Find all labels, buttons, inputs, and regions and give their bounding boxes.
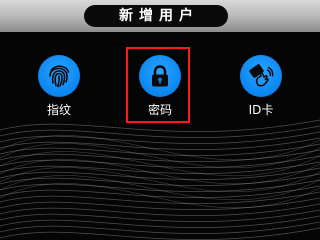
fingerprint-label: 指纹 (46, 103, 71, 117)
add-user-screen: 新增用户 指纹 密码 ID卡 (0, 0, 320, 240)
fingerprint-icon (38, 55, 80, 97)
password-label: 密码 (147, 103, 172, 117)
title-pill: 新增用户 (84, 5, 228, 27)
id-card-option[interactable]: ID卡 (228, 52, 294, 122)
lock-icon (139, 55, 181, 97)
fingerprint-option[interactable]: 指纹 (26, 52, 92, 122)
id-card-label: ID卡 (248, 103, 274, 117)
header-bar: 新增用户 (0, 0, 320, 32)
page-title: 新增用户 (119, 8, 199, 24)
password-option[interactable]: 密码 (127, 52, 193, 122)
id-card-tap-icon (240, 55, 282, 97)
